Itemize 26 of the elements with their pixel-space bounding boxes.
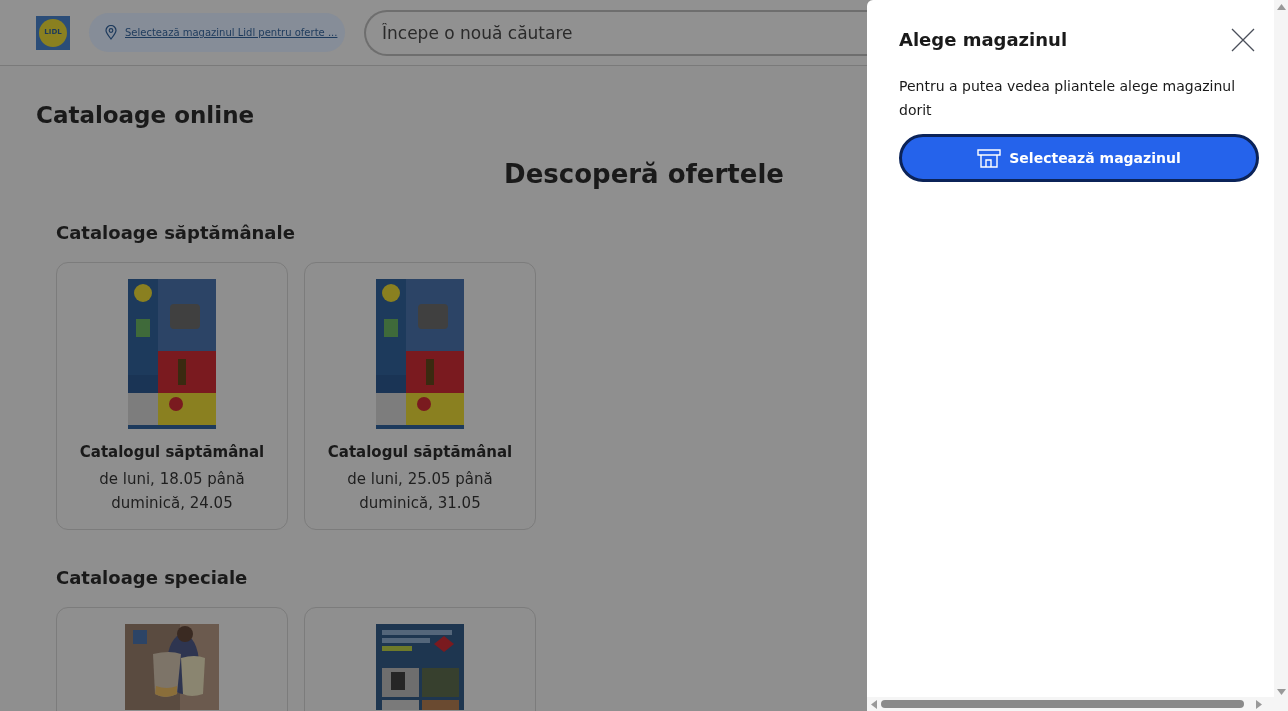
- page-title: Cataloage online: [36, 101, 256, 130]
- close-icon[interactable]: [1231, 27, 1255, 52]
- catalog-dates: de luni, 25.05 până duminică, 31.05: [346, 469, 494, 514]
- section-title: Cataloage săptămânale: [56, 220, 296, 245]
- location-pin-icon: [105, 25, 117, 40]
- select-store-button[interactable]: Selectează magazinul: [899, 134, 1259, 182]
- catalog-title: Catalogul săptămânal: [327, 441, 513, 463]
- scroll-left-icon[interactable]: [871, 699, 877, 709]
- catalog-card[interactable]: [304, 606, 536, 711]
- scroll-down-icon[interactable]: [1276, 689, 1286, 695]
- catalog-card[interactable]: Catalogul săptămânal de luni, 18.05 până duminică, 24.05: [56, 261, 288, 530]
- drawer-title: Alege magazinul: [899, 28, 1068, 52]
- store-link[interactable]: Selectează magazinul Lidl pentru oferte ...: [125, 25, 338, 40]
- page-headline: Descoperă ofertele: [504, 157, 784, 191]
- store-selector[interactable]: Selectează magazinul Lidl pentru oferte ...: [89, 13, 345, 52]
- catalog-card[interactable]: Catalogul săptămânal de luni, 25.05 până duminică, 31.05: [304, 261, 536, 530]
- section-title: Cataloage speciale: [56, 565, 249, 590]
- catalog-card[interactable]: [56, 606, 288, 711]
- horizontal-scrollbar[interactable]: [867, 697, 1274, 711]
- catalog-dates: de luni, 18.05 până duminică, 24.05: [98, 469, 246, 514]
- search-field[interactable]: Începe o nouă căutare: [364, 9, 867, 56]
- scroll-up-icon[interactable]: [1276, 4, 1286, 10]
- drawer-description: Pentru a putea vedea pliantele alege magazinul dorit: [899, 77, 1237, 120]
- scroll-right-icon[interactable]: [1256, 699, 1262, 709]
- catalog-title: Catalogul săptămânal: [79, 441, 265, 463]
- storefront-icon: [977, 148, 1002, 168]
